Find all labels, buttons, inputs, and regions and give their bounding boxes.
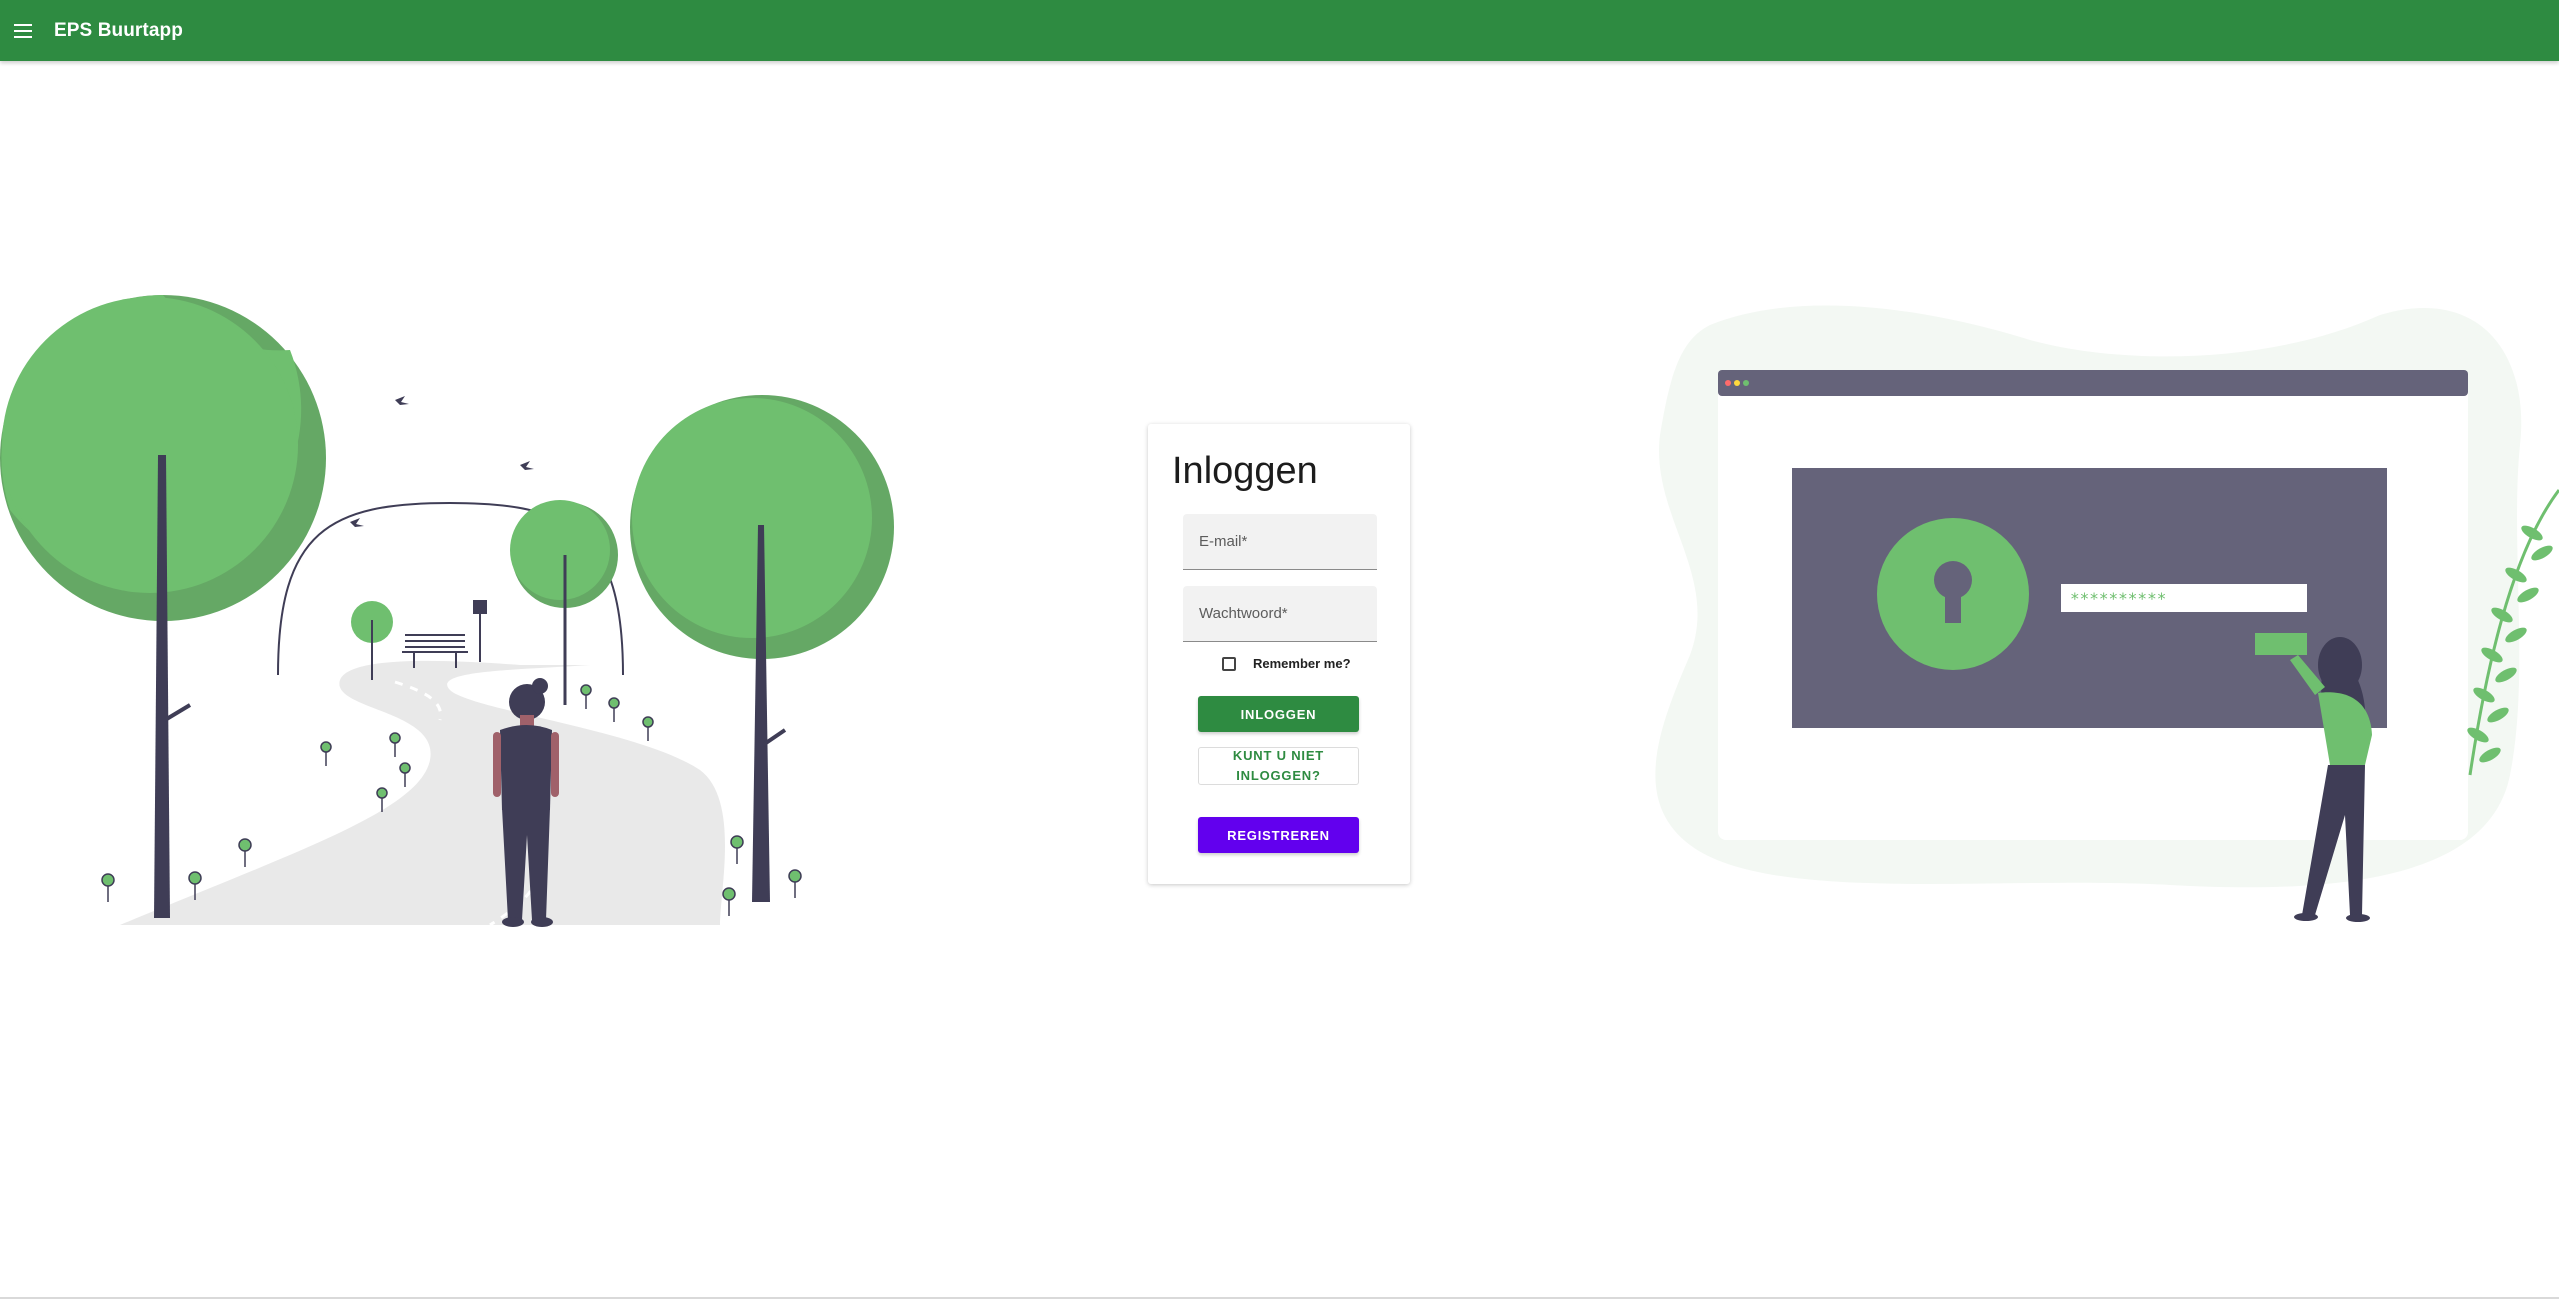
remember-me-checkbox[interactable]: [1222, 656, 1236, 671]
email-input[interactable]: [1183, 514, 1377, 569]
login-button[interactable]: INLOGGEN: [1198, 696, 1359, 732]
email-field[interactable]: [1183, 514, 1377, 570]
park-illustration: [0, 295, 894, 927]
hamburger-menu-icon: [14, 23, 32, 38]
menu-button[interactable]: [0, 8, 46, 54]
register-button[interactable]: REGISTREREN: [1198, 817, 1359, 853]
cant-login-button[interactable]: KUNT U NIET INLOGGEN?: [1198, 747, 1359, 785]
app-bar: EPS Buurtapp: [0, 0, 2559, 61]
password-input[interactable]: [1183, 586, 1377, 641]
secure-login-illustration: **********: [1655, 305, 2559, 922]
app-title: EPS Buurtapp: [54, 19, 183, 41]
password-mask: **********: [2070, 589, 2166, 608]
remember-me[interactable]: Remember me?: [1222, 656, 1351, 671]
login-card: Inloggen Remember me? INLOGGEN KUNT U NI…: [1148, 424, 1410, 884]
password-field[interactable]: [1183, 586, 1377, 642]
remember-me-label: Remember me?: [1253, 656, 1351, 671]
login-title: Inloggen: [1172, 450, 1318, 492]
